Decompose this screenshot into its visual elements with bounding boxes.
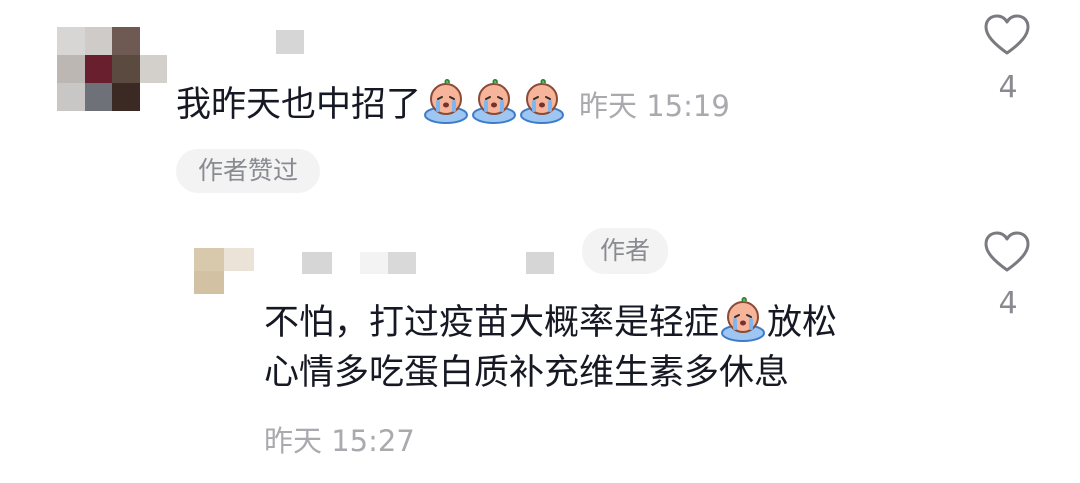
reply-body-line1: 不怕，打过疫苗大概率是轻症 放松	[264, 296, 837, 344]
crying-peach-emoji-icon	[472, 79, 517, 124]
crying-peach-emoji-icon	[520, 79, 565, 124]
reply-avatar[interactable]	[194, 248, 254, 294]
avatar[interactable]	[57, 27, 167, 111]
like-count: 4	[998, 70, 1018, 105]
reply-text-line1-tail: 放松	[767, 303, 838, 343]
reply-timestamp: 昨天 15:27	[264, 424, 415, 458]
crying-peach-emoji-icon	[721, 297, 766, 342]
crying-peach-emoji-icon	[424, 79, 469, 124]
author-badge: 作者	[582, 228, 668, 274]
reply-username-redacted[interactable]	[302, 248, 562, 276]
comment-text: 我昨天也中招了	[176, 85, 422, 125]
emoji-row	[423, 79, 567, 125]
comment-body: 我昨天也中招了 昨天 15:19	[176, 78, 730, 127]
like-heart-icon[interactable]	[983, 13, 1031, 57]
reply-text-line1: 不怕，打过疫苗大概率是轻症	[264, 303, 720, 343]
author-liked-badge: 作者赞过	[176, 149, 320, 193]
like-heart-icon[interactable]	[983, 230, 1031, 274]
reply-body-line2: 心情多吃蛋白质补充维生素多休息	[264, 352, 789, 394]
reply-like-count: 4	[998, 286, 1018, 321]
comment-timestamp: 昨天 15:19	[579, 89, 730, 123]
username-redacted[interactable]	[276, 30, 304, 54]
reply-text-line2: 心情多吃蛋白质补充维生素多休息	[264, 353, 790, 393]
